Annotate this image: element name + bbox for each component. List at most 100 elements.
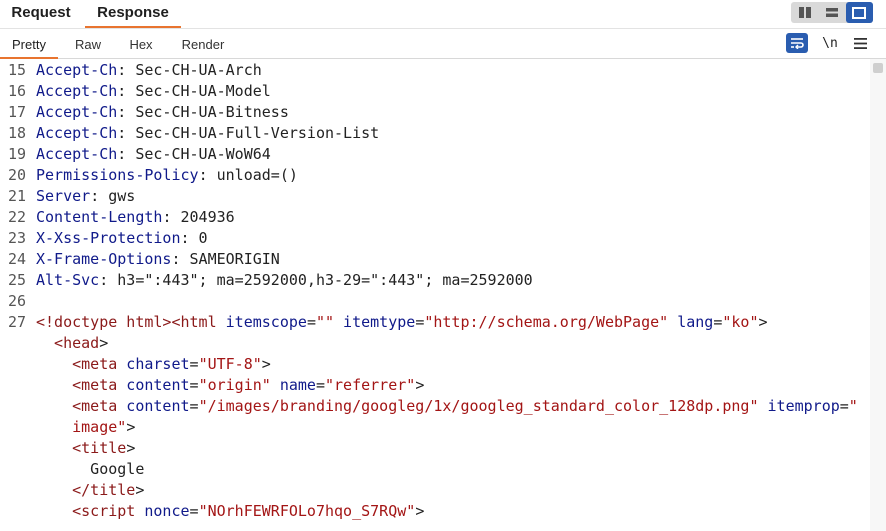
code-token: Content-Length [36, 208, 163, 226]
code-line: image"> [36, 417, 135, 438]
code-line: Accept-Ch: Sec-CH-UA-Model [36, 81, 271, 102]
code-token: X-Xss-Protection [36, 229, 181, 247]
menu-icon[interactable] [850, 33, 870, 53]
code-token: = [315, 376, 325, 394]
view-mode-bar: Pretty Raw Hex Render \n [0, 29, 886, 59]
line-number [0, 417, 26, 438]
code-token: "http://schema.org/WebPage" [424, 313, 669, 331]
line-number: 20 [7, 166, 26, 184]
code-line: <title> [36, 438, 135, 459]
code-line: Permissions-Policy: unload=() [36, 165, 298, 186]
code-token: <script [36, 502, 136, 520]
code-token: content [117, 376, 190, 394]
scrollbar-thumb[interactable] [873, 63, 883, 73]
code-token: "referrer" [325, 376, 416, 394]
code-token: > [126, 418, 136, 436]
word-wrap-icon[interactable] [786, 33, 808, 53]
line-number [0, 438, 26, 459]
code-token: : unload=() [198, 166, 298, 184]
code-line: Accept-Ch: Sec-CH-UA-Bitness [36, 102, 289, 123]
tab-raw[interactable]: Raw [62, 29, 114, 57]
tab-render[interactable]: Render [172, 29, 234, 57]
code-line: Accept-Ch: Sec-CH-UA-Full-Version-List [36, 123, 379, 144]
code-token: content [117, 397, 190, 415]
line-number: 17 [7, 103, 26, 121]
code-token: <title [36, 439, 127, 457]
show-newlines-button[interactable]: \n [818, 33, 842, 53]
code-token: charset [117, 355, 190, 373]
code-token: : Sec-CH-UA-Arch [117, 61, 262, 79]
line-number: 25 [7, 271, 26, 289]
code-token: > [415, 502, 425, 520]
code-token: : h3=":443"; ma=2592000,h3-29=":443"; ma… [99, 271, 533, 289]
code-token: > [99, 334, 109, 352]
code-token: <head [36, 334, 100, 352]
tab-hex[interactable]: Hex [116, 29, 166, 57]
code-token: Google [36, 460, 145, 478]
tab-request[interactable]: Request [0, 0, 82, 26]
code-token: Accept-Ch [36, 124, 118, 142]
line-number: 15 [7, 61, 26, 79]
code-token: = [189, 502, 199, 520]
code-token: > [261, 355, 271, 373]
code-token: > [415, 376, 425, 394]
code-token: : SAMEORIGIN [171, 250, 280, 268]
line-number: 26 [7, 292, 26, 310]
code-token: <meta [36, 397, 118, 415]
code-token: "UTF-8" [198, 355, 262, 373]
newline-label: \n [822, 35, 838, 51]
code-token: > [135, 481, 145, 499]
line-number [0, 480, 26, 501]
code-token: <meta [36, 355, 118, 373]
code-token: > [126, 439, 136, 457]
code-line: Content-Length: 204936 [36, 207, 235, 228]
code-line: <meta charset="UTF-8"> [36, 354, 271, 375]
code-token: " [848, 397, 858, 415]
code-line: <meta content="origin" name="referrer"> [36, 375, 424, 396]
code-token: X-Frame-Options [36, 250, 172, 268]
line-number: 27 [7, 313, 26, 331]
vertical-scrollbar[interactable] [870, 59, 886, 531]
code-token: = [306, 313, 316, 331]
code-line: <!doctype html><html itemscope="" itemty… [36, 312, 768, 333]
code-token: "ko" [722, 313, 759, 331]
line-number-gutter: 15 16 17 18 19 20 21 22 23 24 25 26 27 [0, 59, 30, 531]
code-token: : 204936 [162, 208, 235, 226]
code-token: itemscope [216, 313, 307, 331]
code-token: Server [36, 187, 91, 205]
code-token: Accept-Ch [36, 61, 118, 79]
code-token: Accept-Ch [36, 145, 118, 163]
split-columns-icon[interactable] [791, 2, 818, 23]
single-pane-icon[interactable] [845, 2, 873, 23]
response-editor[interactable]: 15 16 17 18 19 20 21 22 23 24 25 26 27 Accept-Ch: Se… [0, 59, 870, 531]
code-token: <!doctype html> [36, 313, 172, 331]
tab-pretty[interactable]: Pretty [0, 29, 58, 59]
code-token: "" [315, 313, 335, 331]
code-token: itemprop [758, 397, 840, 415]
layout-toggle-group [791, 2, 873, 23]
code-token: itemtype [334, 313, 416, 331]
line-number [0, 333, 26, 354]
code-line: Google [36, 459, 144, 480]
split-rows-icon[interactable] [818, 2, 845, 23]
code-line: <script nonce="NOrhFEWRFOLo7hqo_S7RQw"> [36, 501, 424, 522]
code-token: <meta [36, 376, 118, 394]
code-token: : Sec-CH-UA-WoW64 [117, 145, 271, 163]
tab-response[interactable]: Response [85, 0, 181, 28]
code-line: Accept-Ch: Sec-CH-UA-Arch [36, 60, 262, 81]
line-number: 16 [7, 82, 26, 100]
line-number: 18 [7, 124, 26, 142]
code-token: > [758, 313, 768, 331]
code-line: X-Xss-Protection: 0 [36, 228, 208, 249]
line-number: 21 [7, 187, 26, 205]
code-token: : Sec-CH-UA-Full-Version-List [117, 124, 380, 142]
line-number [0, 459, 26, 480]
message-tab-bar: Request Response [0, 0, 886, 29]
code-token: "/images/branding/googleg/1x/googleg_sta… [198, 397, 759, 415]
code-token: Accept-Ch [36, 82, 118, 100]
code-line: <meta content="/images/branding/googleg/… [36, 396, 858, 417]
code-token: = [189, 397, 199, 415]
line-number: 22 [7, 208, 26, 226]
code-token: <html [171, 313, 217, 331]
line-number: 24 [7, 250, 26, 268]
